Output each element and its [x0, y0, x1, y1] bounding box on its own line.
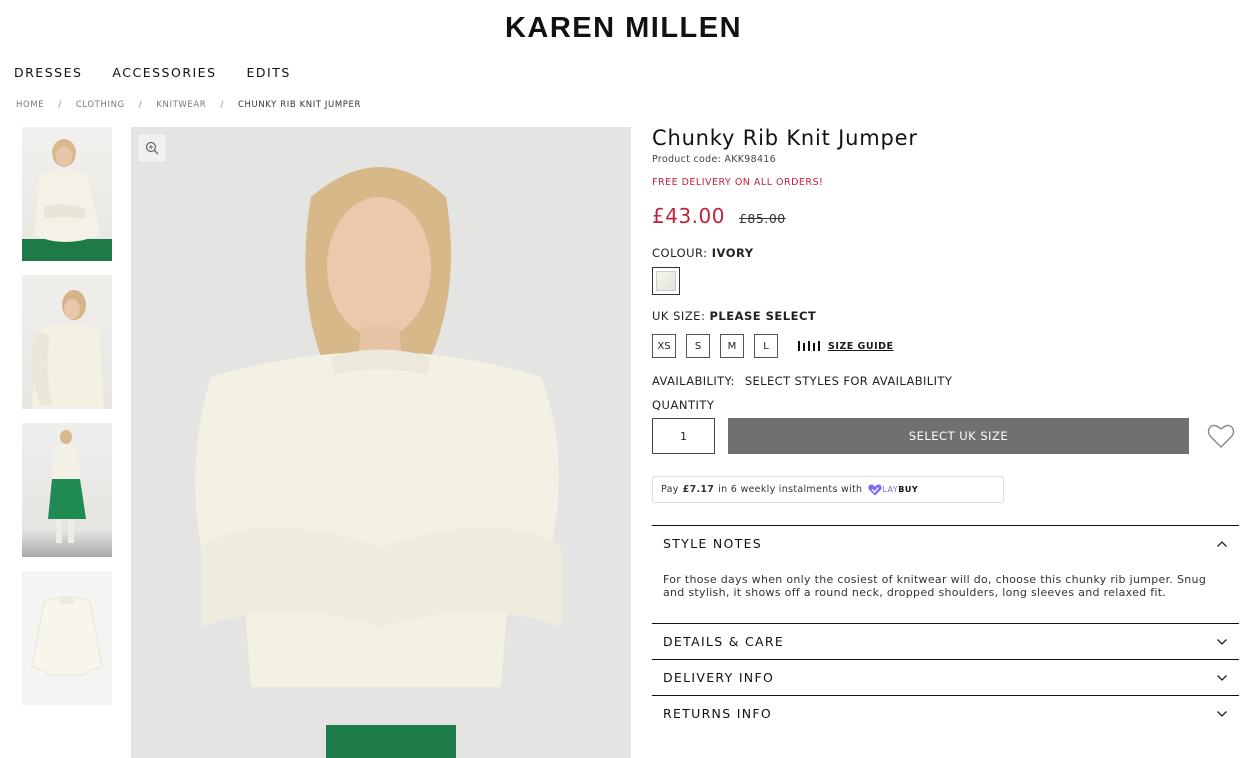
size-label: UK SIZE:: [652, 309, 706, 323]
breadcrumb-home[interactable]: HOME: [16, 100, 44, 110]
chevron-down-icon: [1217, 674, 1227, 681]
wishlist-button[interactable]: [1205, 420, 1237, 452]
laybuy-suffix: in 6 weekly instalments with: [718, 484, 863, 495]
style-notes-text: For those days when only the cosiest of …: [663, 573, 1207, 599]
nav-item-accessories[interactable]: ACCESSORIES: [112, 65, 216, 80]
colour-label: COLOUR:: [652, 246, 708, 260]
colour-label-row: COLOUR: IVORY: [652, 246, 1239, 260]
main-product-image[interactable]: [131, 127, 631, 758]
quantity-input[interactable]: [652, 418, 715, 454]
product-title: Chunky Rib Knit Jumper: [652, 126, 918, 150]
heart-icon: [1207, 424, 1235, 448]
size-guide-label: SIZE GUIDE: [828, 340, 894, 352]
free-delivery-banner: FREE DELIVERY ON ALL ORDERS!: [652, 177, 824, 188]
breadcrumb: HOME / CLOTHING / KNITWEAR / CHUNKY RIB …: [16, 100, 361, 110]
breadcrumb-separator: /: [138, 100, 143, 110]
availability-row: AVAILABILITY: SELECT STYLES FOR AVAILABI…: [652, 374, 1239, 388]
original-price: £85.00: [738, 211, 786, 226]
availability-label: AVAILABILITY:: [652, 374, 735, 388]
accordion-title: STYLE NOTES: [663, 536, 762, 551]
laybuy-logo: LAY BUY: [868, 484, 918, 496]
zoom-button[interactable]: [137, 133, 167, 163]
breadcrumb-current: CHUNKY RIB KNIT JUMPER: [237, 100, 361, 110]
laybuy-heart-icon: [868, 484, 883, 495]
product-thumbnail-3[interactable]: [22, 423, 112, 557]
ruler-icon: [798, 341, 820, 351]
accordion-header-details-care[interactable]: DETAILS & CARE: [652, 624, 1239, 659]
breadcrumb-separator: /: [220, 100, 224, 110]
breadcrumb-knitwear[interactable]: KNITWEAR: [156, 100, 206, 110]
colour-value: IVORY: [711, 246, 754, 260]
brand-logo[interactable]: KAREN MILLEN: [0, 12, 1247, 45]
zoom-in-icon: [145, 141, 159, 155]
breadcrumb-separator: /: [58, 100, 62, 110]
product-code: Product code: AKK98416: [652, 154, 776, 165]
quantity-label: QUANTITY: [652, 398, 715, 412]
laybuy-amount: £7.17: [682, 484, 715, 495]
chevron-down-icon: [1217, 710, 1227, 717]
nav-item-dresses[interactable]: DRESSES: [14, 65, 82, 80]
accordion-header-returns-info[interactable]: RETURNS INFO: [652, 696, 1239, 731]
nav-item-edits[interactable]: EDITS: [247, 65, 291, 80]
breadcrumb-clothing[interactable]: CLOTHING: [76, 100, 125, 110]
chevron-up-icon: [1217, 540, 1227, 547]
price-row: £43.00 £85.00: [652, 204, 1239, 228]
size-guide-link[interactable]: SIZE GUIDE: [798, 340, 893, 352]
swatch-fill: [656, 271, 676, 291]
accordion-details-care: DETAILS & CARE: [652, 623, 1239, 659]
size-option-m[interactable]: M: [720, 334, 744, 358]
accordion-header-style-notes[interactable]: STYLE NOTES: [652, 526, 1239, 561]
chevron-down-icon: [1217, 638, 1227, 645]
size-option-l[interactable]: L: [754, 334, 778, 358]
accordion-title: DELIVERY INFO: [663, 670, 775, 685]
size-option-xs[interactable]: XS: [652, 334, 676, 358]
product-thumbnail-2[interactable]: [22, 275, 112, 409]
size-options: XS S M L SIZE GUIDE: [652, 334, 1239, 358]
accordion-title: DETAILS & CARE: [663, 634, 785, 649]
size-value: PLEASE SELECT: [709, 309, 817, 323]
product-thumbnail-4[interactable]: [22, 571, 112, 705]
sale-price: £43.00: [652, 204, 725, 228]
thumbnail-gallery: [22, 127, 112, 719]
accordion-header-delivery-info[interactable]: DELIVERY INFO: [652, 660, 1239, 695]
laybuy-prefix: Pay: [661, 484, 679, 495]
availability-value: SELECT STYLES FOR AVAILABILITY: [744, 374, 953, 388]
laybuy-brand-buy: BUY: [898, 485, 919, 494]
colour-swatch-ivory[interactable]: [652, 267, 680, 295]
accordion-style-notes: STYLE NOTES For those days when only the…: [652, 525, 1239, 623]
size-label-row: UK SIZE: PLEASE SELECT: [652, 309, 1239, 323]
product-accordion: STYLE NOTES For those days when only the…: [652, 525, 1239, 731]
laybuy-banner[interactable]: Pay £7.17 in 6 weekly instalments with L…: [652, 476, 1004, 503]
accordion-title: RETURNS INFO: [663, 706, 772, 721]
laybuy-brand-lay: LAY: [882, 485, 899, 494]
product-thumbnail-1[interactable]: [22, 127, 112, 261]
purchase-row: SELECT UK SIZE: [652, 418, 1239, 454]
product-info: Chunky Rib Knit Jumper Product code: AKK…: [652, 126, 1239, 731]
accordion-delivery-info: DELIVERY INFO: [652, 659, 1239, 695]
select-size-button[interactable]: SELECT UK SIZE: [728, 418, 1189, 454]
accordion-returns-info: RETURNS INFO: [652, 695, 1239, 731]
size-option-s[interactable]: S: [686, 334, 710, 358]
main-nav: DRESSES ACCESSORIES EDITS: [14, 65, 321, 80]
